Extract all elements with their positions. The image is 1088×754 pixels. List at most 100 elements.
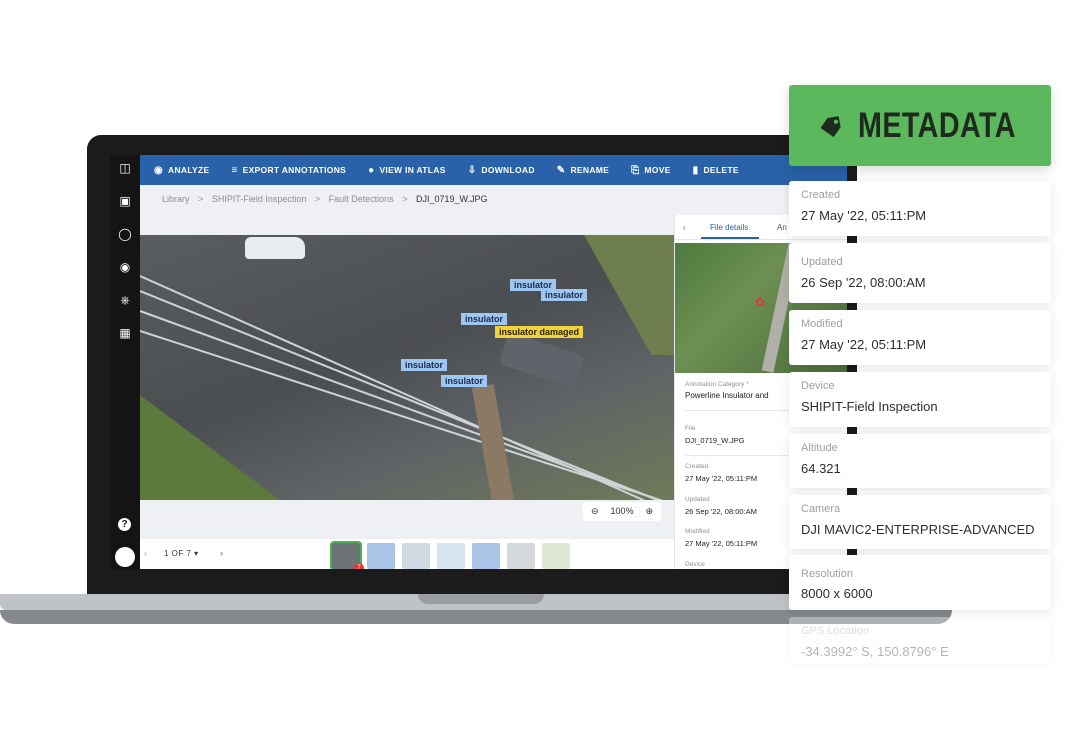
annotation-count-badge: 7 [354, 563, 364, 569]
metadata-value: 27 May '22, 05:11:PM [801, 337, 927, 352]
export-annotations-button[interactable]: ≡ EXPORT ANNOTATIONS [232, 165, 347, 176]
move-button[interactable]: ⎘ MOVE [631, 165, 671, 176]
download-button[interactable]: ⇩ DOWNLOAD [468, 165, 535, 176]
gallery-icon[interactable]: ▣ [118, 194, 132, 208]
metadata-card-gps: GPS Location -34.3992° S, 150.8796° E [789, 617, 1051, 663]
metadata-key: Modified [801, 318, 843, 330]
annotation-label[interactable]: insulator [441, 375, 488, 387]
file-label: File [685, 425, 696, 432]
metadata-key: GPS Location [801, 625, 869, 637]
breadcrumb-current: DJI_0719_W.JPG [415, 194, 488, 204]
next-arrow-icon[interactable]: › [220, 548, 223, 558]
rename-button[interactable]: ✎ RENAME [557, 165, 609, 176]
help-icon[interactable]: ? [118, 518, 131, 531]
metadata-card-created: Created 27 May '22, 05:11:PM [789, 181, 1051, 236]
thumbnail[interactable] [367, 543, 395, 569]
thumbnail[interactable] [437, 543, 465, 569]
metadata-key: Created [801, 189, 841, 201]
dark-car [498, 331, 586, 389]
move-file-icon: ⎘ [631, 164, 640, 176]
view-in-atlas-button[interactable]: ● VIEW IN ATLAS [368, 165, 446, 176]
download-icon: ⇩ [467, 164, 477, 176]
annotation-label[interactable]: insulator [461, 313, 508, 325]
thumbnail[interactable] [542, 543, 570, 569]
analyze-button[interactable]: ◉ ANALYZE [154, 165, 210, 176]
created-value: 27 May '22, 05:11:PM [685, 474, 758, 483]
active-tab-indicator [701, 237, 759, 239]
apps-grid-icon[interactable]: ▦ [118, 326, 132, 340]
camera-icon[interactable]: ◫ [118, 161, 132, 175]
zoom-out-icon[interactable]: ⊖ [591, 506, 599, 517]
inspection-photo[interactable]: insulator insulator insulator insulator … [140, 235, 674, 500]
analyze-icon: ◉ [154, 164, 164, 176]
metadata-card-camera: Camera DJI MAVIC2-ENTERPRISE-ADVANCED [789, 495, 1051, 549]
image-pager: ‹ 1 OF 7 ▾ › 7 [140, 539, 674, 569]
updated-label: Updated [685, 496, 710, 503]
left-rail: ◫ ▣ ◯ ◉ ⎈ ▦ ? [110, 155, 140, 569]
avatar[interactable] [115, 547, 135, 567]
laptop-notch [418, 594, 544, 604]
delete-button[interactable]: ▮ DELETE [693, 165, 739, 176]
metadata-card-updated: Updated 26 Sep '22, 08:00:AM [789, 243, 1051, 303]
metadata-title: METADATA [858, 105, 1017, 145]
device-label: Device [685, 561, 705, 568]
breadcrumb-folder[interactable]: SHIPIT-Field Inspection [212, 194, 307, 204]
breadcrumb-library[interactable]: Library [162, 194, 190, 204]
modified-value: 27 May '22, 05:11:PM [685, 539, 758, 548]
analyze-icon[interactable]: ◉ [118, 260, 132, 274]
modified-label: Modified [685, 528, 710, 535]
breadcrumb-separator: > [402, 194, 408, 204]
tag-icon [820, 115, 841, 137]
metadata-value: 26 Sep '22, 08:00:AM [801, 275, 926, 290]
app-screen: ◫ ▣ ◯ ◉ ⎈ ▦ ? ◉ ANALYZE ≡ EXPORT ANNOTATIO… [110, 155, 847, 569]
trash-icon: ▮ [692, 164, 699, 176]
category-value[interactable]: Powerline Insulator and [685, 391, 769, 400]
metadata-value: 8000 x 6000 [801, 586, 873, 601]
metadata-key: Device [801, 380, 835, 392]
map-pin-icon: ✿ [755, 295, 766, 309]
thumbnail-strip: 7 [330, 541, 570, 569]
action-toolbar: ◉ ANALYZE ≡ EXPORT ANNOTATIONS ● VIEW IN AT… [140, 155, 847, 185]
thumbnail[interactable] [472, 543, 500, 569]
metadata-key: Updated [801, 256, 843, 268]
prev-arrow-icon[interactable]: ‹ [144, 548, 147, 558]
white-car [245, 237, 305, 259]
file-value: DJI_0719_W.JPG [685, 436, 745, 445]
metadata-value: DJI MAVIC2-ENTERPRISE-ADVANCED [801, 522, 1035, 537]
thumbnail[interactable] [402, 543, 430, 569]
globe-icon[interactable]: ◯ [118, 227, 132, 241]
metadata-value: -34.3992° S, 150.8796° E [801, 644, 949, 659]
annotation-label[interactable]: insulator [401, 359, 448, 371]
zoom-in-icon[interactable]: ⊕ [646, 506, 654, 517]
metadata-card-resolution: Resolution 8000 x 6000 [789, 555, 1051, 610]
workflow-icon[interactable]: ⎈ [118, 293, 132, 307]
annotation-label-damaged[interactable]: insulator damaged [495, 326, 584, 338]
tab-file-details[interactable]: File details [710, 223, 748, 232]
metadata-card-modified: Modified 27 May '22, 05:11:PM [789, 310, 1051, 365]
category-label: Annotation Category * [685, 381, 749, 388]
metadata-value: SHIPIT-Field Inspection [801, 399, 938, 414]
updated-value: 26 Sep '22, 08:00:AM [685, 507, 757, 516]
grass-area [140, 395, 280, 500]
breadcrumb-subfolder[interactable]: Fault Detections [329, 194, 394, 204]
metadata-value: 27 May '22, 05:11:PM [801, 208, 927, 223]
zoom-controls: ⊖ 100% ⊕ [583, 502, 662, 521]
list-check-icon: ≡ [231, 164, 238, 176]
zoom-level: 100% [610, 506, 634, 516]
back-chevron-icon[interactable]: ‹ [683, 223, 686, 232]
metadata-card-device: Device SHIPIT-Field Inspection [789, 372, 1051, 427]
metadata-card-altitude: Altitude 64.321 [789, 434, 1051, 488]
metadata-header: METADATA [789, 85, 1051, 166]
annotation-label[interactable]: insulator [541, 289, 588, 301]
metadata-key: Resolution [801, 568, 853, 580]
thumbnail[interactable] [507, 543, 535, 569]
created-label: Created [685, 463, 709, 470]
map-pin-icon: ● [368, 164, 375, 176]
metadata-key: Altitude [801, 442, 838, 454]
pencil-icon: ✎ [556, 164, 566, 176]
breadcrumb-separator: > [314, 194, 321, 204]
tab-annotations[interactable]: An [777, 223, 787, 232]
thumbnail-selected[interactable]: 7 [330, 541, 364, 569]
metadata-value: 64.321 [801, 461, 841, 476]
page-indicator[interactable]: 1 OF 7 ▾ [164, 549, 199, 558]
